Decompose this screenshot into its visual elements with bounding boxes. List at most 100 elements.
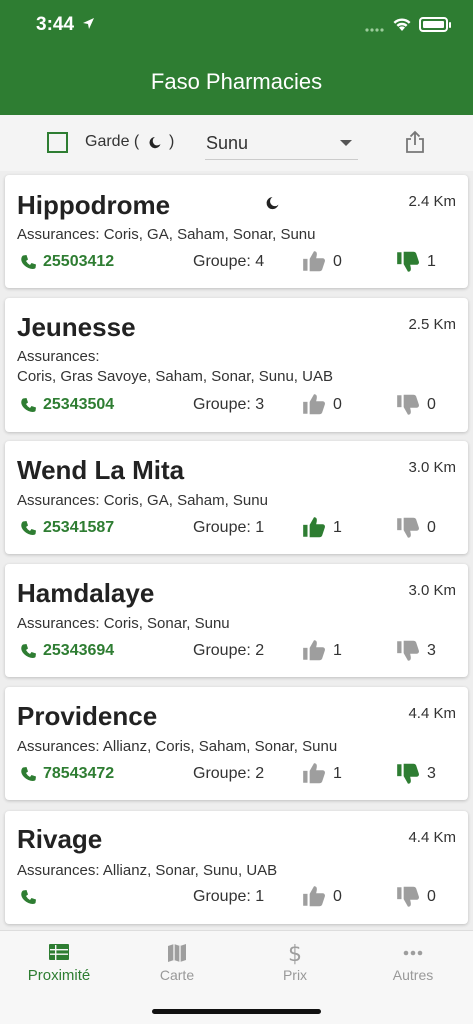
home-indicator bbox=[152, 1009, 321, 1014]
pharmacy-card[interactable]: Wend La Mita 3.0 Km Assurances: Coris, GA,… bbox=[5, 441, 468, 554]
phone-number[interactable]: 25343504 bbox=[43, 396, 114, 414]
svg-text:$: $ bbox=[288, 942, 302, 965]
app-header: 3:44 Faso Pharmacies bbox=[0, 0, 473, 115]
likes-count: 0 bbox=[333, 253, 342, 270]
likes-count: 1 bbox=[333, 519, 342, 536]
thumbs-down-icon[interactable] bbox=[395, 639, 421, 663]
status-time: 3:44 bbox=[36, 14, 75, 35]
phone-icon[interactable] bbox=[19, 643, 38, 662]
pharmacy-card[interactable]: Hamdalaye 3.0 Km Assurances: Coris, Sonar,… bbox=[5, 564, 468, 677]
pharmacy-distance: 3.0 Km bbox=[408, 582, 456, 599]
signal-icon bbox=[365, 28, 384, 32]
tab-label: Proximité bbox=[27, 967, 91, 984]
battery-nub bbox=[449, 22, 451, 28]
pharmacy-group: Groupe: 4 bbox=[193, 253, 265, 270]
insurance-label: Assurances: bbox=[17, 226, 100, 243]
tab-autres[interactable]: Autres bbox=[354, 931, 472, 993]
phone-icon[interactable] bbox=[19, 254, 38, 273]
thumbs-up-icon[interactable] bbox=[301, 515, 327, 539]
phone-number[interactable]: 78543472 bbox=[43, 765, 114, 783]
insurance-select[interactable]: Sunu bbox=[205, 123, 358, 160]
insurance-label: Assurances: bbox=[17, 615, 100, 632]
tab-prix[interactable]: $ Prix bbox=[236, 931, 354, 993]
tab-label: Carte bbox=[159, 967, 195, 983]
insurance-list: Coris, GA, Saham, Sonar, Sunu bbox=[103, 226, 316, 243]
moon-icon bbox=[266, 197, 279, 210]
chevron-down-icon bbox=[340, 140, 352, 146]
insurance-list: Coris, Sonar, Sunu bbox=[103, 615, 230, 632]
thumbs-up-icon[interactable] bbox=[301, 249, 327, 273]
insurance-text: Assurances: Coris, GA, Saham, Sunu bbox=[17, 491, 268, 511]
pharmacy-name: Wend La Mita bbox=[17, 455, 185, 485]
dislikes-count: 0 bbox=[427, 888, 436, 905]
phone-icon[interactable] bbox=[19, 397, 38, 416]
insurance-list: Allianz, Coris, Saham, Sonar, Sunu bbox=[102, 738, 338, 755]
insurance-text: Assurances: Allianz, Sonar, Sunu, UAB bbox=[17, 861, 277, 881]
dislikes-count: 0 bbox=[427, 519, 436, 536]
map-icon bbox=[168, 944, 186, 962]
garde-checkbox[interactable] bbox=[47, 132, 68, 153]
status-bar: 3:44 bbox=[0, 0, 473, 50]
likes-count: 1 bbox=[333, 642, 342, 659]
thumbs-down-icon[interactable] bbox=[395, 250, 421, 274]
phone-number[interactable]: 25343694 bbox=[43, 642, 114, 660]
pharmacy-distance: 2.4 Km bbox=[408, 193, 456, 210]
garde-label: Garde ( bbox=[85, 133, 140, 150]
phone-icon[interactable] bbox=[19, 889, 38, 908]
insurance-text: Assurances: Coris, Sonar, Sunu bbox=[17, 614, 230, 634]
page-title: Faso Pharmacies bbox=[150, 69, 323, 94]
thumbs-up-icon[interactable] bbox=[301, 638, 327, 662]
insurance-label: Assurances: bbox=[17, 492, 100, 509]
location-arrow-icon bbox=[83, 18, 94, 29]
pharmacy-name: Rivage bbox=[17, 824, 103, 854]
pharmacy-card[interactable]: Jeunesse 2.5 Km Assurances: Coris, Gras Sav… bbox=[5, 298, 468, 432]
tab-proximite[interactable]: Proximité bbox=[0, 931, 118, 993]
thumbs-down-icon[interactable] bbox=[395, 393, 421, 417]
pharmacy-group: Groupe: 3 bbox=[193, 396, 265, 413]
thumbs-up-icon[interactable] bbox=[301, 392, 327, 416]
insurance-select-value: Sunu bbox=[206, 133, 249, 153]
phone-icon[interactable] bbox=[19, 520, 38, 539]
tab-label: Autres bbox=[392, 967, 434, 983]
thumbs-down-icon[interactable] bbox=[395, 885, 421, 909]
pharmacy-group: Groupe: 1 bbox=[193, 519, 265, 536]
pharmacy-card[interactable]: Hippodrome 2.4 Km Assurances: Coris, GA, S… bbox=[5, 175, 468, 288]
phone-icon[interactable] bbox=[19, 766, 38, 785]
pharmacy-group: Groupe: 2 bbox=[193, 765, 265, 782]
tab-carte[interactable]: Carte bbox=[118, 931, 236, 993]
pharmacy-name: Hamdalaye bbox=[17, 578, 155, 608]
insurance-label: Assurances: bbox=[17, 738, 100, 755]
dislikes-count: 1 bbox=[427, 253, 436, 270]
likes-count: 1 bbox=[333, 765, 342, 782]
dislikes-count: 3 bbox=[427, 765, 436, 782]
list-icon bbox=[49, 944, 69, 960]
insurance-list: Coris, GA, Saham, Sunu bbox=[103, 492, 268, 509]
pharmacy-distance: 3.0 Km bbox=[408, 459, 456, 476]
thumbs-up-icon[interactable] bbox=[301, 761, 327, 785]
insurance-text: Assurances: Coris, Gras Savoye, Saham, So… bbox=[17, 347, 333, 387]
insurance-list: Allianz, Sonar, Sunu, UAB bbox=[102, 862, 278, 879]
filter-bar: Garde ( ) Sunu bbox=[0, 115, 473, 171]
thumbs-down-icon[interactable] bbox=[395, 516, 421, 540]
dislikes-count: 3 bbox=[427, 642, 436, 659]
thumbs-down-icon[interactable] bbox=[395, 762, 421, 786]
insurance-text: Assurances: Coris, GA, Saham, Sonar, Sun… bbox=[17, 225, 316, 245]
pharmacy-card[interactable]: Providence 4.4 Km Assurances: Allianz, Cor… bbox=[5, 687, 468, 800]
dislikes-count: 0 bbox=[427, 396, 436, 413]
thumbs-up-icon[interactable] bbox=[301, 884, 327, 908]
pharmacy-name: Hippodrome bbox=[17, 190, 171, 220]
tab-label: Prix bbox=[282, 967, 308, 983]
more-icon bbox=[403, 950, 423, 956]
share-icon[interactable] bbox=[404, 130, 426, 154]
insurance-text: Assurances: Allianz, Coris, Saham, Sonar… bbox=[17, 737, 337, 757]
likes-count: 0 bbox=[333, 396, 342, 413]
garde-label-close: ) bbox=[169, 133, 175, 150]
pharmacy-card[interactable]: Rivage 4.4 Km Assurances: Allianz, Sonar, … bbox=[5, 811, 468, 924]
phone-number[interactable]: 25503412 bbox=[43, 253, 114, 271]
insurance-label: Assurances: bbox=[17, 862, 100, 879]
insurance-list: Coris, Gras Savoye, Saham, Sonar, Sunu, … bbox=[17, 368, 333, 385]
pharmacy-distance: 2.5 Km bbox=[408, 316, 456, 333]
pharmacy-distance: 4.4 Km bbox=[408, 705, 456, 722]
phone-number[interactable]: 25341587 bbox=[43, 519, 114, 537]
moon-icon bbox=[149, 137, 161, 149]
